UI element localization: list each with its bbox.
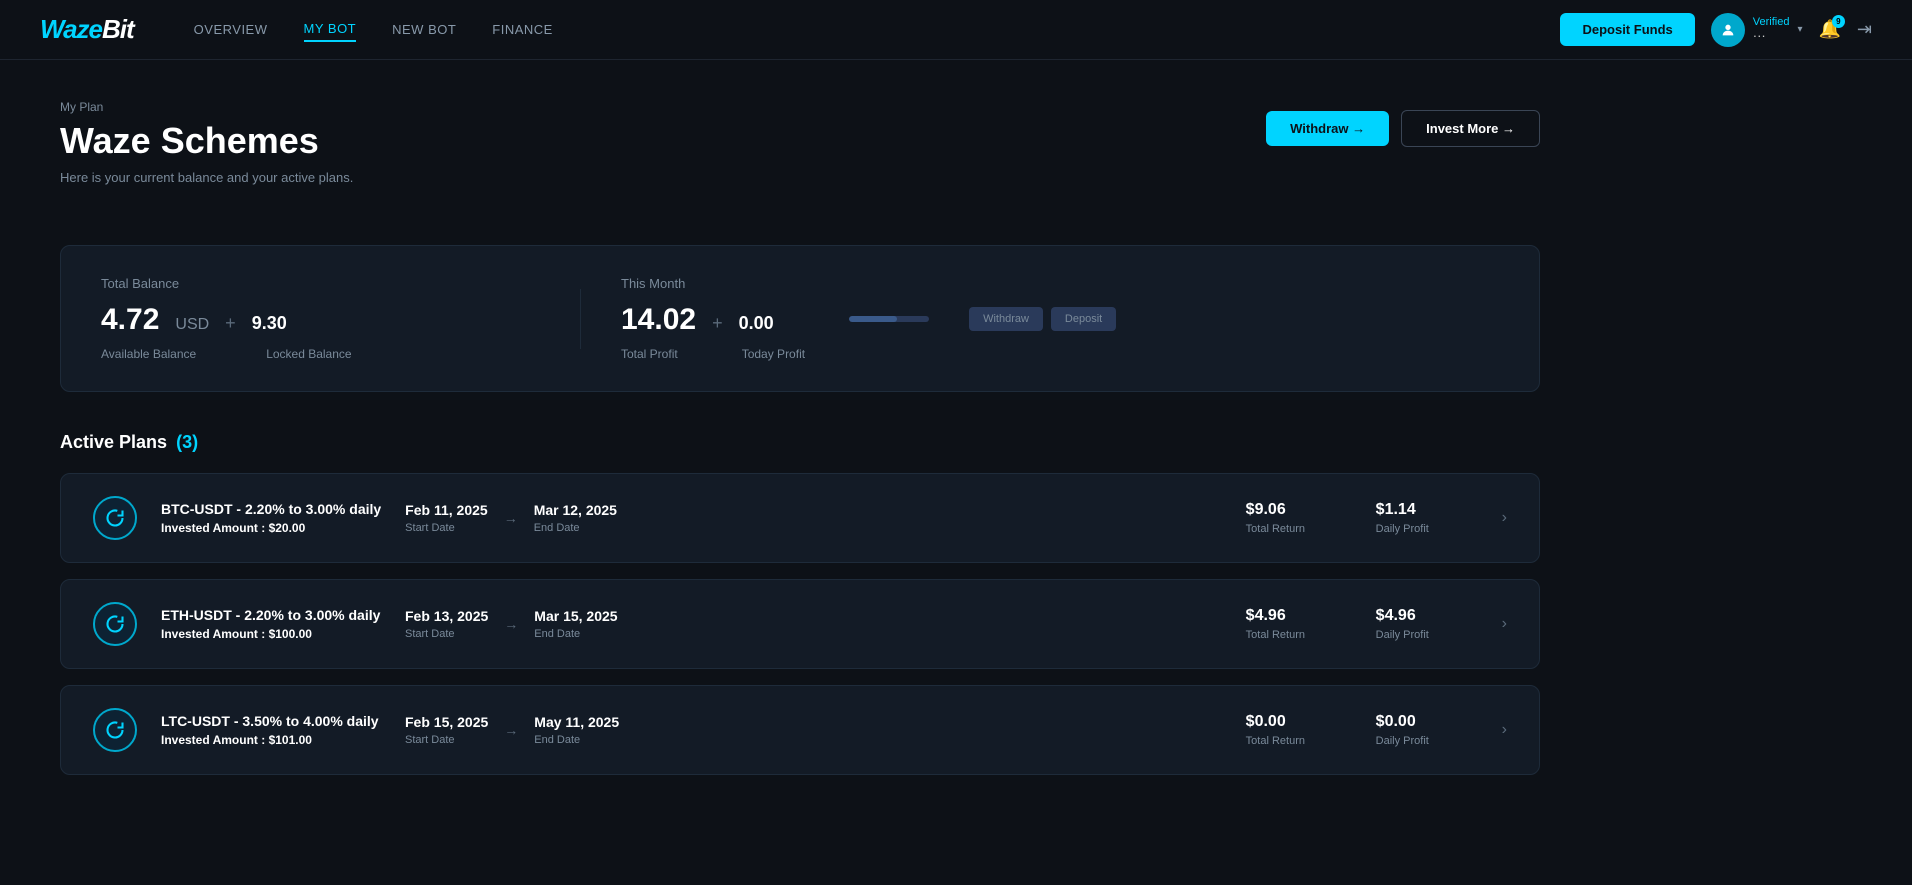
- plan-name-2: ETH-USDT - 2.20% to 3.00% daily: [161, 607, 381, 623]
- plan-chevron-1: ›: [1502, 509, 1507, 527]
- progress-bar: [849, 316, 929, 322]
- month-profit-main: 14.02 + 0.00: [621, 303, 805, 337]
- total-profit-val: 14.02: [621, 303, 696, 337]
- balance-plus-icon: +: [225, 313, 236, 334]
- plan-stats-2: $4.96 Total Return $4.96 Daily Profit: [1246, 607, 1466, 641]
- plan-info-3: LTC-USDT - 3.50% to 4.00% daily Invested…: [161, 713, 381, 747]
- available-label: Available Balance: [101, 347, 196, 361]
- locked-amount: 9.30: [252, 313, 287, 334]
- available-amount: 4.72: [101, 303, 159, 337]
- nav-overview[interactable]: OVERVIEW: [194, 18, 268, 41]
- user-menu[interactable]: Verified ··· ▾: [1711, 13, 1803, 47]
- username: ···: [1753, 28, 1790, 43]
- end-date-3: May 11, 2025 End Date: [534, 714, 619, 746]
- title-row: My Plan Waze Schemes Here is your curren…: [60, 100, 1540, 215]
- end-date-1: Mar 12, 2025 End Date: [534, 502, 617, 534]
- active-plans-section: Active Plans (3) BTC-USDT - 2.20% to 3.0…: [60, 432, 1540, 775]
- total-return-2: $4.96 Total Return: [1246, 607, 1336, 641]
- logo: WazeBit: [40, 14, 134, 45]
- total-return-1: $9.06 Total Return: [1246, 501, 1336, 535]
- today-profit-label: Today Profit: [742, 347, 805, 361]
- progress-container: [849, 316, 929, 322]
- plan-dates-2: Feb 13, 2025 Start Date → Mar 15, 2025 E…: [405, 608, 685, 640]
- section-title: Active Plans (3): [60, 432, 1540, 453]
- bell-badge: 9: [1832, 15, 1845, 28]
- invest-more-button[interactable]: Invest More →: [1401, 110, 1540, 147]
- plan-card-2[interactable]: ETH-USDT - 2.20% to 3.00% daily Invested…: [60, 579, 1540, 669]
- date-arrow-1: →: [504, 510, 518, 526]
- plan-invested-1: Invested Amount : $20.00: [161, 521, 381, 535]
- this-month-label: This Month: [621, 276, 805, 291]
- nav-links: OVERVIEW MY BOT NEW BOT FINANCE: [194, 17, 1561, 42]
- chart-btn-1[interactable]: Withdraw: [969, 307, 1043, 331]
- plan-chevron-3: ›: [1502, 721, 1507, 739]
- chart-buttons: Withdraw Deposit: [969, 307, 1116, 331]
- plan-stats-1: $9.06 Total Return $1.14 Daily Profit: [1246, 501, 1466, 535]
- plans-count: (3): [176, 432, 198, 452]
- total-balance-label: Total Balance: [101, 276, 540, 291]
- chart-btn-2[interactable]: Deposit: [1051, 307, 1116, 331]
- plan-icon-3: [93, 708, 137, 752]
- plan-dates-3: Feb 15, 2025 Start Date → May 11, 2025 E…: [405, 714, 685, 746]
- locked-label: Locked Balance: [266, 347, 351, 361]
- page-subtitle: My Plan: [60, 100, 353, 114]
- main-content: My Plan Waze Schemes Here is your curren…: [0, 60, 1600, 831]
- page-title: Waze Schemes: [60, 120, 353, 162]
- month-plus-icon: +: [712, 313, 723, 334]
- total-return-3: $0.00 Total Return: [1246, 713, 1336, 747]
- this-month-label-group: This Month 14.02 + 0.00 Total Profit Tod…: [621, 276, 805, 361]
- progress-bar-fill: [849, 316, 897, 322]
- nav-finance[interactable]: FINANCE: [492, 18, 553, 41]
- start-date-2: Feb 13, 2025 Start Date: [405, 608, 488, 640]
- nav-actions: Deposit Funds Verified ··· ▾ 🔔 9 ⇥: [1560, 13, 1872, 47]
- page-description: Here is your current balance and your ac…: [60, 170, 353, 185]
- balance-currency: USD: [175, 316, 209, 334]
- withdraw-button[interactable]: Withdraw →: [1266, 111, 1389, 146]
- start-date-1: Feb 11, 2025 Start Date: [405, 502, 488, 534]
- nav-mybot[interactable]: MY BOT: [304, 17, 357, 42]
- balance-card: Total Balance 4.72 USD + 9.30 Available …: [60, 245, 1540, 392]
- notification-bell[interactable]: 🔔 9: [1818, 19, 1840, 40]
- total-balance-section: Total Balance 4.72 USD + 9.30 Available …: [101, 276, 540, 361]
- plan-name-1: BTC-USDT - 2.20% to 3.00% daily: [161, 501, 381, 517]
- plan-chevron-2: ›: [1502, 615, 1507, 633]
- verified-badge: Verified: [1753, 16, 1790, 28]
- plan-info-2: ETH-USDT - 2.20% to 3.00% daily Invested…: [161, 607, 381, 641]
- title-left: My Plan Waze Schemes Here is your curren…: [60, 100, 353, 215]
- daily-profit-3: $0.00 Daily Profit: [1376, 713, 1466, 747]
- chevron-down-icon: ▾: [1797, 24, 1802, 35]
- end-date-2: Mar 15, 2025 End Date: [534, 608, 617, 640]
- this-month-section: This Month 14.02 + 0.00 Total Profit Tod…: [621, 276, 1499, 361]
- start-date-3: Feb 15, 2025 Start Date: [405, 714, 488, 746]
- avatar: [1711, 13, 1745, 47]
- deposit-button[interactable]: Deposit Funds: [1560, 13, 1694, 46]
- nav-newbot[interactable]: NEW BOT: [392, 18, 456, 41]
- plan-icon-2: [93, 602, 137, 646]
- today-profit-val: 0.00: [739, 313, 774, 334]
- date-arrow-3: →: [504, 722, 518, 738]
- user-details: Verified ···: [1753, 16, 1790, 43]
- plan-info-1: BTC-USDT - 2.20% to 3.00% daily Invested…: [161, 501, 381, 535]
- plan-card-1[interactable]: BTC-USDT - 2.20% to 3.00% daily Invested…: [60, 473, 1540, 563]
- daily-profit-1: $1.14 Daily Profit: [1376, 501, 1466, 535]
- plan-icon-1: [93, 496, 137, 540]
- navbar: WazeBit OVERVIEW MY BOT NEW BOT FINANCE …: [0, 0, 1912, 60]
- balance-main: 4.72 USD + 9.30: [101, 303, 540, 337]
- total-profit-label: Total Profit: [621, 347, 678, 361]
- logout-icon[interactable]: ⇥: [1857, 19, 1872, 40]
- title-actions: Withdraw → Invest More →: [1266, 110, 1540, 147]
- plan-stats-3: $0.00 Total Return $0.00 Daily Profit: [1246, 713, 1466, 747]
- plan-name-3: LTC-USDT - 3.50% to 4.00% daily: [161, 713, 381, 729]
- balance-divider: [580, 289, 581, 349]
- plan-invested-2: Invested Amount : $100.00: [161, 627, 381, 641]
- plan-card-3[interactable]: LTC-USDT - 3.50% to 4.00% daily Invested…: [60, 685, 1540, 775]
- date-arrow-2: →: [504, 616, 518, 632]
- plan-dates-1: Feb 11, 2025 Start Date → Mar 12, 2025 E…: [405, 502, 685, 534]
- plan-invested-3: Invested Amount : $101.00: [161, 733, 381, 747]
- daily-profit-2: $4.96 Daily Profit: [1376, 607, 1466, 641]
